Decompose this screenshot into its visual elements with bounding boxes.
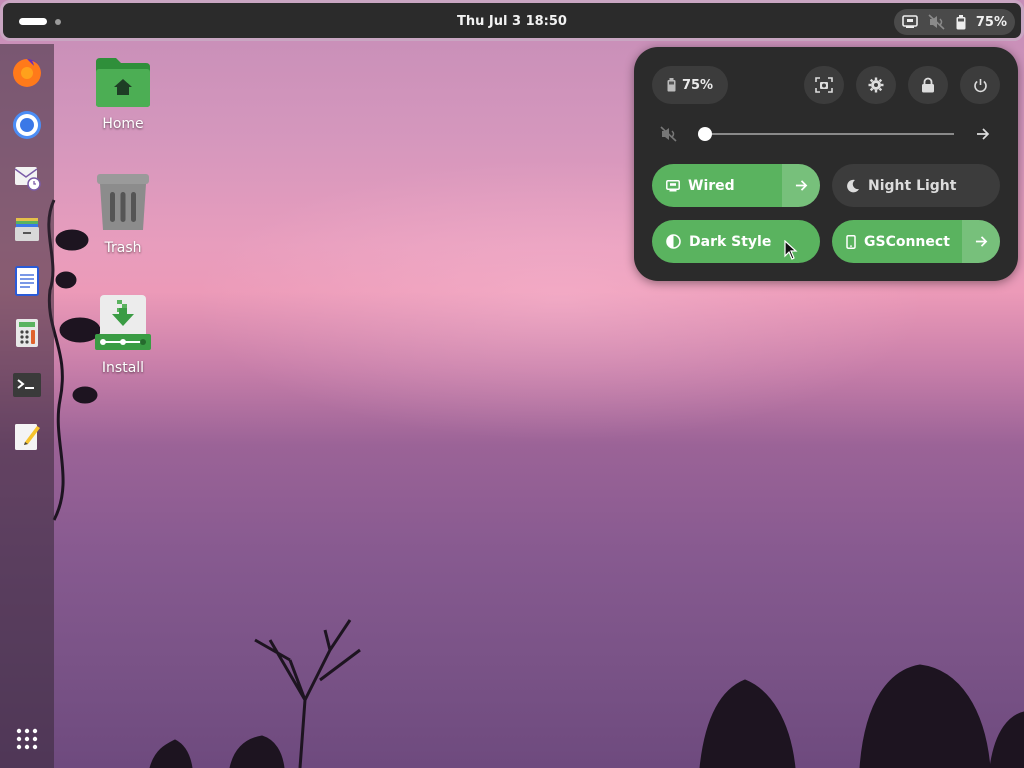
toggle-label: Night Light [868, 177, 957, 194]
battery-icon [956, 14, 966, 30]
firefox-icon[interactable] [10, 56, 44, 90]
toggle-gsconnect[interactable]: GSConnect [832, 220, 1000, 263]
lock-icon [922, 77, 934, 93]
installer-icon [95, 295, 151, 350]
screenshot-button[interactable] [804, 66, 844, 104]
arrow-right-icon[interactable] [976, 126, 990, 145]
settings-icon [868, 77, 884, 93]
desktop-icon-label: Install [101, 360, 145, 376]
desktop-icon-trash[interactable]: Trash [78, 172, 168, 256]
power-button[interactable] [960, 66, 1000, 104]
settings-button[interactable] [856, 66, 896, 104]
phone-icon [846, 234, 856, 249]
toggle-main[interactable]: GSConnect [832, 220, 962, 263]
dock [0, 44, 54, 768]
home-folder-icon [96, 58, 150, 107]
calculator-icon[interactable] [10, 316, 44, 350]
system-status-area[interactable]: 75% [893, 9, 1015, 35]
gsconnect-menu-button[interactable] [962, 220, 1000, 263]
audio-muted-icon[interactable] [660, 126, 678, 146]
lock-button[interactable] [908, 66, 948, 104]
moon-icon [847, 179, 859, 192]
desktop-icon-label: Home [102, 116, 144, 132]
wired-menu-button[interactable] [782, 164, 820, 207]
volume-row [658, 122, 998, 146]
desktop-icon-home[interactable]: Home [78, 56, 168, 132]
toggle-night-light[interactable]: Night Light [832, 164, 1000, 207]
files-icon[interactable] [10, 212, 44, 246]
network-wired-icon [666, 179, 680, 191]
toggle-main[interactable]: Night Light [832, 164, 1000, 207]
quick-settings-panel: 75% Wired Night Light Dark Style GSConne… [634, 47, 1018, 281]
clock[interactable]: Thu Jul 3 18:50 [3, 14, 1021, 29]
battery-button[interactable]: 75% [652, 66, 728, 104]
screenshot-icon [815, 77, 833, 93]
battery-label: 75% [681, 77, 714, 93]
toggle-main[interactable]: Wired [652, 164, 782, 207]
app-grid-icon[interactable] [10, 722, 44, 756]
audio-muted-icon [928, 14, 946, 30]
volume-slider-handle[interactable] [698, 127, 712, 141]
toggle-label: Dark Style [689, 233, 772, 250]
text-editor-icon[interactable] [10, 420, 44, 454]
terminal-icon[interactable] [10, 368, 44, 402]
power-icon [973, 78, 987, 92]
toggle-wired[interactable]: Wired [652, 164, 820, 207]
dark-style-icon [666, 234, 681, 249]
battery-icon [667, 78, 676, 92]
mail-client-icon[interactable] [10, 160, 44, 194]
writer-document-icon[interactable] [10, 264, 44, 298]
trash-icon [97, 174, 149, 230]
toggle-label: GSConnect [864, 233, 950, 250]
chromium-icon[interactable] [10, 108, 44, 142]
toggle-label: Wired [688, 177, 735, 194]
arrow-right-icon [975, 236, 987, 247]
network-wired-icon [902, 15, 918, 29]
desktop-icon-install[interactable]: Install [78, 294, 168, 376]
mouse-cursor-icon [784, 240, 798, 260]
desktop-icon-label: Trash [104, 240, 142, 256]
battery-percent: 75% [975, 14, 1007, 30]
arrow-right-icon [795, 180, 807, 191]
top-bar: Thu Jul 3 18:50 75% [0, 0, 1024, 41]
volume-slider-track[interactable] [704, 133, 954, 135]
